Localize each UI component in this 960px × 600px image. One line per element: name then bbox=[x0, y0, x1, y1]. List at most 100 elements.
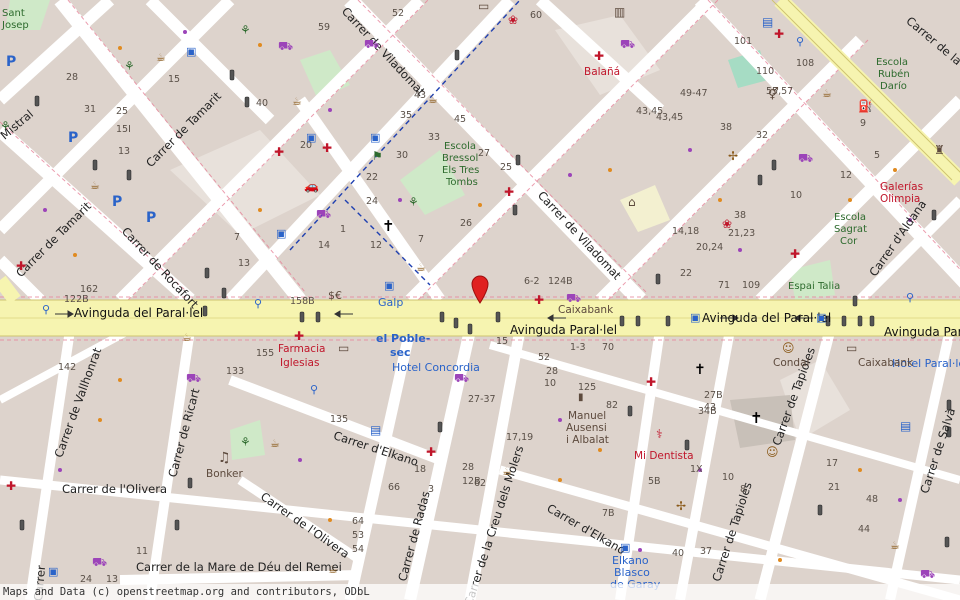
cafe-icon[interactable]: ☕ bbox=[156, 52, 166, 64]
bike-share-icon[interactable]: ⚲ bbox=[42, 304, 50, 316]
atm-icon[interactable]: $€ bbox=[328, 290, 342, 302]
hotel-icon[interactable]: ▤ bbox=[900, 420, 911, 432]
shop-icon[interactable]: ⛟ bbox=[920, 568, 935, 580]
bus-stop-icon[interactable]: ▣ bbox=[276, 228, 286, 240]
house-number: 17,19 bbox=[506, 432, 534, 443]
bus-stop-icon[interactable]: ▣ bbox=[620, 542, 630, 554]
location-pin-marker[interactable] bbox=[470, 274, 490, 304]
church-icon[interactable]: ✝ bbox=[750, 411, 763, 426]
bus-stop-icon[interactable]: ▣ bbox=[48, 566, 58, 578]
street-label-olivera-1: Carrer de l'Olivera bbox=[62, 482, 168, 496]
church-icon[interactable]: ✝ bbox=[694, 363, 706, 377]
playground-icon[interactable]: ⚘ bbox=[240, 436, 251, 448]
house-number: 142 bbox=[58, 362, 77, 373]
memorial-icon[interactable]: ▮ bbox=[578, 392, 584, 404]
cafe-icon[interactable]: ☕ bbox=[890, 540, 900, 552]
pharmacy-icon[interactable]: ✚ bbox=[322, 142, 332, 154]
shop-icon[interactable]: ⛟ bbox=[566, 292, 581, 304]
cafe-icon[interactable]: ☕ bbox=[416, 262, 426, 274]
house-number: 22 bbox=[680, 268, 693, 279]
playground-icon[interactable]: ⚘ bbox=[408, 196, 419, 208]
music-venue-icon[interactable]: ♫ bbox=[218, 451, 231, 465]
bakery-icon[interactable]: ❀ bbox=[508, 14, 518, 26]
house-number: 135 bbox=[330, 414, 349, 425]
pharmacy-icon[interactable]: ✚ bbox=[774, 28, 784, 40]
hotel-icon[interactable]: ▤ bbox=[762, 16, 773, 28]
bike-share-icon[interactable]: ⚲ bbox=[310, 384, 318, 396]
parking-icon[interactable]: P bbox=[68, 131, 78, 145]
bank-icon[interactable]: ▭ bbox=[338, 342, 349, 354]
vending-icon[interactable]: ▭ bbox=[478, 0, 489, 12]
library-icon[interactable]: ▥ bbox=[614, 6, 625, 18]
pharmacy-icon[interactable]: ✚ bbox=[274, 146, 284, 158]
tourism-icon[interactable]: ✢ bbox=[676, 500, 686, 512]
bike-share-icon[interactable]: ⚲ bbox=[906, 292, 914, 304]
place-label-manuel-1: Manuel bbox=[568, 410, 607, 422]
house-number: 54 bbox=[352, 544, 365, 555]
shop-icon[interactable]: ⛟ bbox=[316, 208, 331, 220]
shop-icon[interactable]: ⛟ bbox=[364, 38, 379, 50]
bank-icon[interactable]: ▭ bbox=[846, 342, 857, 354]
cafe-icon[interactable]: ☕ bbox=[502, 466, 512, 478]
theatre-icon[interactable]: ☺ bbox=[766, 446, 779, 458]
place-label-caixabank-2: Caixabank bbox=[858, 357, 914, 369]
tourism-icon[interactable]: ✢ bbox=[728, 150, 738, 162]
place-label-escola-ruben-1: Escola bbox=[876, 57, 909, 68]
pharmacy-icon[interactable]: ✚ bbox=[294, 330, 304, 342]
bus-stop-icon[interactable]: ▣ bbox=[690, 312, 700, 324]
parking-icon[interactable]: P bbox=[6, 55, 16, 69]
cafe-icon[interactable]: ☕ bbox=[822, 88, 832, 100]
pharmacy-icon[interactable]: ✚ bbox=[16, 260, 26, 272]
theatre-icon[interactable]: ☺ bbox=[782, 342, 795, 354]
hotel-icon[interactable]: ▤ bbox=[370, 424, 381, 436]
pharmacy-icon[interactable]: ✚ bbox=[790, 248, 800, 260]
house-number: 101 bbox=[734, 36, 753, 47]
pharmacy-icon[interactable]: ✚ bbox=[646, 376, 656, 388]
pharmacy-icon[interactable]: ✚ bbox=[534, 294, 544, 306]
bus-stop-icon[interactable]: ▣ bbox=[816, 312, 826, 324]
parking-icon[interactable]: P bbox=[112, 195, 122, 209]
bakery-icon[interactable]: ❀ bbox=[722, 218, 732, 230]
bus-stop-icon[interactable]: ▣ bbox=[306, 132, 316, 144]
playground-icon[interactable]: ⚘ bbox=[0, 120, 11, 132]
bike-share-icon[interactable]: ⚲ bbox=[796, 36, 804, 48]
dentist-icon[interactable]: ⚕ bbox=[656, 428, 663, 440]
pharmacy-icon[interactable]: ✚ bbox=[6, 480, 16, 492]
place-label-escola-ruben-3: Darío bbox=[880, 81, 907, 92]
townhall-icon[interactable]: ⌂ bbox=[628, 196, 636, 208]
map-canvas[interactable]: Avinguda del Paral·lel Avinguda Paral·le… bbox=[0, 0, 960, 600]
cafe-icon[interactable]: ☕ bbox=[90, 180, 100, 192]
cafe-icon[interactable]: ☕ bbox=[428, 94, 438, 106]
pharmacy-icon[interactable]: ✚ bbox=[504, 186, 514, 198]
shop-icon[interactable]: ⛟ bbox=[92, 556, 107, 568]
cafe-icon[interactable]: ☕ bbox=[182, 332, 192, 344]
shop-icon[interactable]: ⛟ bbox=[620, 38, 635, 50]
monument-icon[interactable]: ♜ bbox=[934, 144, 945, 156]
pharmacy-icon[interactable]: ✚ bbox=[594, 50, 604, 62]
church-icon[interactable]: ✝ bbox=[382, 219, 395, 234]
toilet-icon[interactable]: ⚥ bbox=[768, 88, 779, 100]
shop-icon[interactable]: ⛟ bbox=[278, 40, 293, 52]
fuel-station-icon[interactable]: ⛽ bbox=[858, 100, 873, 112]
bus-stop-icon[interactable]: ▣ bbox=[186, 46, 196, 58]
playground-icon[interactable]: ⚘ bbox=[124, 60, 135, 72]
shop-icon[interactable]: ⛟ bbox=[454, 372, 469, 384]
car-rental-icon[interactable]: 🚗 bbox=[304, 180, 319, 192]
place-label-escola-sagrat-1: Escola bbox=[834, 212, 867, 223]
house-number: 30 bbox=[396, 150, 409, 161]
cafe-icon[interactable]: ☕ bbox=[292, 96, 302, 108]
house-number: 60 bbox=[530, 10, 543, 21]
shop-icon[interactable]: ⛟ bbox=[186, 372, 201, 384]
sports-icon[interactable]: ⚑ bbox=[372, 150, 383, 162]
playground-icon[interactable]: ⚘ bbox=[240, 24, 251, 36]
bike-share-icon[interactable]: ⚲ bbox=[254, 298, 262, 310]
parking-icon[interactable]: P bbox=[146, 211, 156, 225]
cafe-icon[interactable]: ☕ bbox=[328, 564, 338, 576]
pharmacy-icon[interactable]: ✚ bbox=[426, 446, 436, 458]
bus-stop-icon[interactable]: ▣ bbox=[384, 280, 394, 292]
bus-stop-icon[interactable]: ▣ bbox=[370, 132, 380, 144]
cafe-icon[interactable]: ☕ bbox=[270, 438, 280, 450]
shop-icon[interactable]: ⛟ bbox=[798, 152, 813, 164]
street-label-parallel-far: Avinguda Paral·lel bbox=[884, 325, 960, 339]
house-number: 45 bbox=[454, 114, 467, 125]
